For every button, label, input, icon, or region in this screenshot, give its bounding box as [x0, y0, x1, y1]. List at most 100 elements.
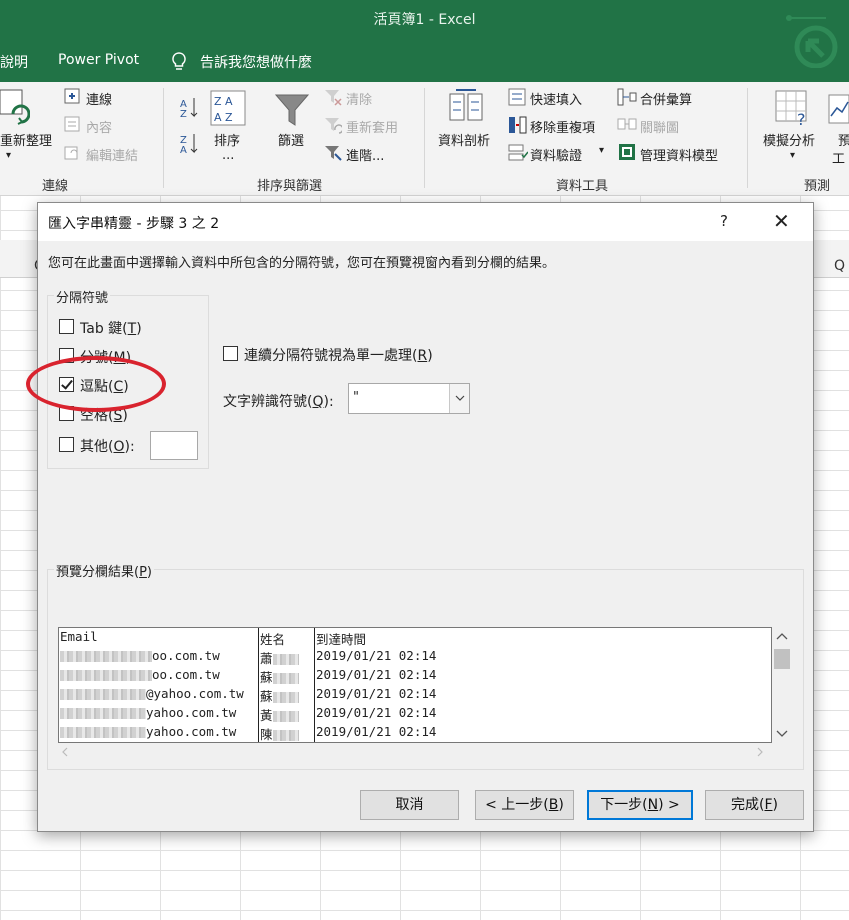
consecutive-delimiters-checkbox[interactable] [223, 346, 238, 361]
group-label-sort-filter: 排序與篩選 [257, 179, 323, 194]
tell-me-search[interactable]: 告訴我您想做什麼 [200, 52, 312, 72]
refresh-all-button[interactable]: 重新整理 [0, 130, 52, 149]
sort-az-icon[interactable]: AZ [178, 96, 200, 122]
preview-cell: oo.com.tw [60, 667, 220, 682]
data-preview-pane[interactable]: Email 姓名 到達時間 oo.com.tw 蕭 2019/01/21 02:… [58, 627, 772, 743]
delimiters-legend: 分隔符號 [54, 287, 111, 306]
other-checkbox[interactable] [59, 437, 74, 452]
refresh-all-icon[interactable] [0, 86, 31, 132]
cancel-button[interactable]: 取消 [360, 790, 459, 820]
preview-row: oo.com.tw 蘇 2019/01/21 02:14 [59, 666, 771, 686]
preview-header-row: Email 姓名 到達時間 [59, 628, 771, 647]
reapply-icon [324, 116, 344, 138]
data-validation-button[interactable]: 資料驗證 [530, 145, 582, 164]
forecast-sheet-label-2[interactable]: 工 [832, 148, 845, 167]
what-if-dropdown-icon[interactable]: ▾ [790, 150, 795, 161]
filter-button[interactable]: 篩選 [278, 130, 304, 149]
forecast-sheet-label[interactable]: 預 [838, 130, 849, 149]
ribbon-separator [163, 88, 164, 188]
manage-data-model-icon [617, 142, 637, 166]
preview-cell: yahoo.com.tw [60, 705, 236, 720]
what-if-icon[interactable]: ? [775, 90, 811, 130]
redacted-text [272, 692, 299, 703]
properties-button[interactable]: 內容 [86, 117, 112, 136]
redacted-text [272, 711, 299, 722]
advanced-button[interactable]: 進階... [346, 145, 384, 164]
preview-cell: 2019/01/21 02:14 [316, 667, 437, 682]
redacted-text [60, 689, 146, 700]
remove-duplicates-button[interactable]: 移除重複項 [530, 117, 595, 136]
consecutive-delimiters-label[interactable]: 連續分隔符號視為單一處理(R) [244, 345, 433, 365]
svg-text:Z: Z [180, 109, 187, 118]
text-qualifier-label: 文字辨識符號(Q): [223, 394, 334, 410]
column-header-q[interactable]: Q [834, 258, 845, 274]
excel-logo-watermark-icon [786, 15, 838, 68]
flash-fill-button[interactable]: 快速填入 [530, 89, 582, 108]
what-if-button[interactable]: 模擬分析 [763, 130, 815, 149]
preview-horizontal-scrollbar[interactable] [58, 743, 772, 761]
text-qualifier-select[interactable]: " [348, 383, 470, 414]
connections-button[interactable]: 連線 [86, 89, 112, 108]
text-to-columns-icon[interactable] [448, 88, 484, 128]
consolidate-icon [617, 88, 637, 110]
sort-dialog-icon[interactable]: Z A A Z [210, 90, 246, 130]
data-validation-dropdown-icon[interactable]: ▾ [599, 145, 604, 156]
red-highlight-circle [26, 356, 166, 412]
preview-header-cell: Email [60, 629, 98, 644]
clear-button[interactable]: 清除 [346, 89, 372, 108]
reapply-button[interactable]: 重新套用 [346, 117, 398, 136]
dialog-title: 匯入字串精靈 - 步驟 3 之 2 [48, 216, 220, 232]
text-to-columns-button[interactable]: 資料剖析 [438, 130, 490, 149]
connections-icon [64, 88, 80, 108]
preview-header-cell: 到達時間 [316, 632, 367, 647]
forecast-sheet-icon[interactable] [828, 94, 849, 128]
tab-power-pivot[interactable]: Power Pivot [58, 52, 139, 68]
scroll-up-icon [776, 633, 788, 640]
preview-row: yahoo.com.tw 陳 2019/01/21 02:14 [59, 723, 771, 742]
preview-cell: 黃 [260, 705, 299, 724]
dialog-title-bar[interactable]: 匯入字串精靈 - 步驟 3 之 2 ? ✕ [38, 203, 813, 241]
ribbon-separator [424, 88, 425, 188]
preview-vertical-scrollbar[interactable] [772, 627, 792, 743]
consolidate-button[interactable]: 合併彙算 [640, 89, 692, 108]
relationships-button[interactable]: 關聯圖 [640, 117, 679, 136]
preview-cell: 蘇 [260, 686, 299, 705]
preview-cell: 蘇 [260, 667, 299, 686]
svg-text:A Z: A Z [214, 111, 233, 124]
tab-checkbox[interactable] [59, 319, 74, 334]
tab-label[interactable]: Tab 鍵(T) [80, 318, 142, 338]
edit-links-button[interactable]: 編輯連結 [86, 145, 138, 164]
tab-help[interactable]: 說明 [0, 52, 28, 72]
filter-icon[interactable] [274, 92, 310, 132]
preview-row: oo.com.tw 蕭 2019/01/21 02:14 [59, 647, 771, 667]
manage-data-model-button[interactable]: 管理資料模型 [640, 145, 718, 164]
preview-cell: @yahoo.com.tw [60, 686, 244, 701]
preview-cell: 蕭 [260, 648, 299, 667]
preview-legend: 預覽分欄結果(P) [54, 561, 154, 580]
data-validation-icon [508, 143, 529, 167]
finish-button[interactable]: 完成(F) [705, 790, 804, 820]
next-button[interactable]: 下一步(N) > [587, 790, 693, 820]
advanced-filter-icon [324, 144, 342, 166]
ribbon: 重新整理 ▾ 連線 內容 編輯連結 連線 AZ ZA Z AA Z 排序 ...… [0, 82, 849, 196]
preview-row: yahoo.com.tw 黃 2019/01/21 02:14 [59, 704, 771, 724]
back-button[interactable]: < 上一步(B) [475, 790, 574, 820]
dialog-description: 您可在此畫面中選擇輸入資料中所包含的分隔符號，您可在預覽視窗內看到分欄的結果。 [48, 256, 556, 271]
sort-button[interactable]: 排序 [214, 130, 240, 149]
scrollbar-thumb [774, 649, 790, 669]
preview-cell: 2019/01/21 02:14 [316, 686, 437, 701]
other-delimiter-input[interactable] [150, 431, 198, 460]
preview-cell: oo.com.tw [60, 648, 220, 663]
edit-links-icon [64, 144, 80, 164]
ribbon-separator [747, 88, 748, 188]
preview-cell: 2019/01/21 02:14 [316, 648, 437, 663]
sort-za-icon[interactable]: ZA [178, 132, 200, 158]
preview-header-cell: 姓名 [260, 632, 286, 647]
redacted-text [272, 654, 299, 665]
refresh-dropdown-icon[interactable]: ▾ [6, 150, 11, 161]
chevron-down-icon[interactable] [449, 384, 469, 413]
help-icon[interactable]: ? [720, 212, 728, 230]
other-label[interactable]: 其他(O): [80, 436, 135, 456]
lightbulb-icon [170, 51, 188, 77]
close-icon[interactable]: ✕ [773, 209, 790, 233]
